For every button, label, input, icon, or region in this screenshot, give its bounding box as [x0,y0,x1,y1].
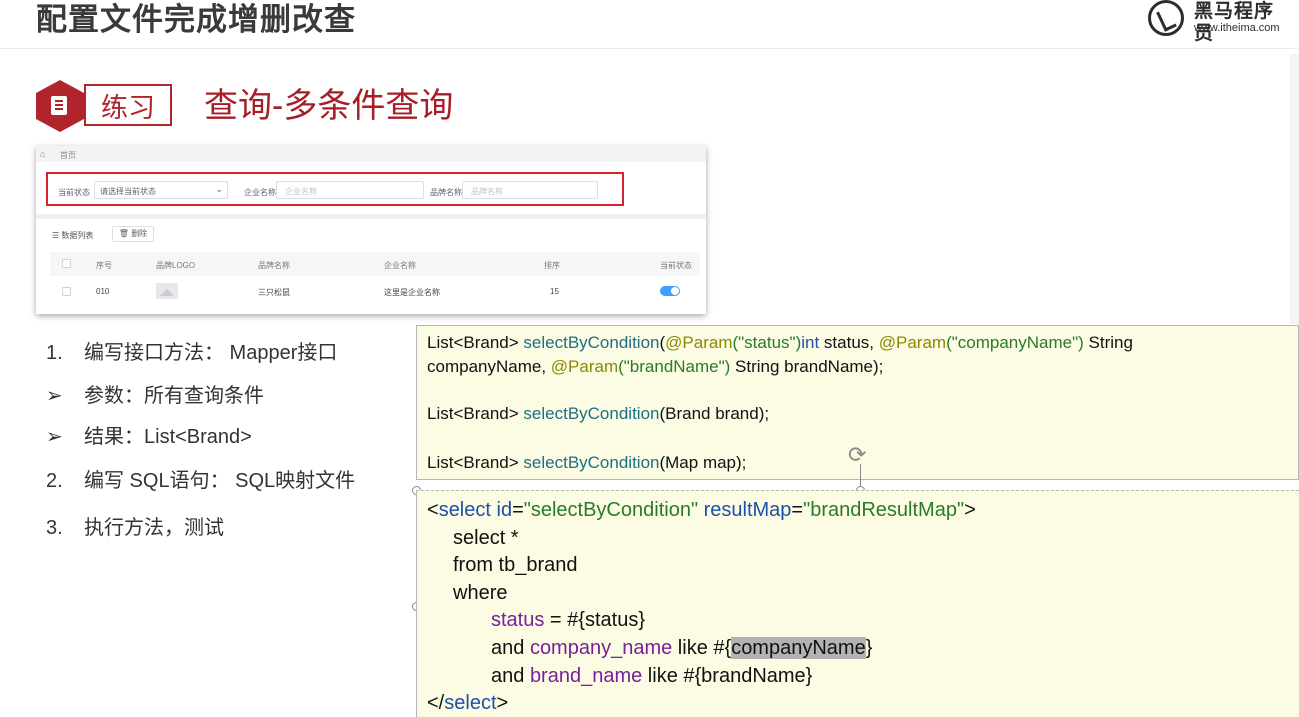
column-header: 品牌名称 [258,261,290,270]
header-divider [0,48,1299,49]
status-select-value: 请选择当前状态 [100,187,156,196]
exercise-tag: 练习 [84,84,172,126]
bullet-arrow-icon: ➢ [46,426,63,448]
step-number: 1. [46,342,63,364]
rotate-handle-line [860,464,861,488]
step-1-param: ➢ 参数：所有查询条件 [46,383,264,409]
code-line: from tb_brand [453,554,578,576]
step-number: 2. [46,470,63,492]
code-line: where [453,582,508,604]
exercise-badge [36,80,84,132]
list-title-text: 数据列表 [61,231,94,240]
brand-list-screenshot: ⌂ 首页 当前状态 请选择当前状态 ⌄ 企业名称 企业名称 品牌名称 品牌名称 … [36,146,706,314]
breadcrumb-bar: ⌂ 首页 [36,146,706,162]
row-brand-name: 三只松鼠 [258,288,290,297]
code-line: List<Brand> selectByCondition(Brand bran… [427,404,770,423]
section-divider [36,214,706,219]
document-icon [51,96,67,115]
step-label: 编写 SQL语句： SQL映射文件 [84,470,356,492]
code-line: </select> [427,692,509,714]
brand-placeholder: 品牌名称 [471,187,503,196]
status-toggle[interactable] [660,286,680,296]
breadcrumb[interactable]: 首页 [60,150,76,161]
company-label: 企业名称 [244,188,276,197]
chevron-down-icon: ⌄ [215,184,223,194]
row-id: 010 [96,287,110,296]
step-3: 3. 执行方法，测试 [46,515,224,541]
step-1-result: ➢ 结果：List<Brand> [46,424,252,450]
section-title: 查询-多条件查询 [204,87,454,125]
bullet-arrow-icon: ➢ [46,385,63,407]
table-header: 序号 品牌LOGO 品牌名称 企业名称 排序 当前状态 [50,252,700,276]
column-header: 品牌LOGO [156,261,196,270]
row-company-name: 这里是企业名称 [384,288,440,297]
brand-input[interactable]: 品牌名称 [462,181,598,199]
code-line: companyName, @Param("brandName") String … [427,357,884,376]
code-line: select * [453,527,519,549]
logo-url: www.itheima.com [1194,22,1280,34]
column-header: 企业名称 [384,261,416,270]
trash-icon: 🗑 [118,229,129,238]
sql-code-panel[interactable]: <select id="selectByCondition" resultMap… [416,490,1299,717]
step-2: 2. 编写 SQL语句： SQL映射文件 [46,468,355,494]
code-line: status = #{status} [491,609,645,631]
image-placeholder-icon [156,283,178,299]
step-label: 编写接口方法： Mapper接口 [84,342,338,364]
row-order: 15 [550,287,559,296]
delete-button-label: 删除 [131,229,148,238]
column-header: 序号 [96,261,112,270]
home-icon[interactable]: ⌂ [40,149,45,159]
status-label: 当前状态 [58,188,90,197]
company-placeholder: 企业名称 [285,187,317,196]
rotate-handle-icon[interactable]: ⟳ [848,442,866,468]
status-select[interactable]: 请选择当前状态 ⌄ [94,181,228,199]
horse-logo-icon [1148,0,1184,36]
step-number: 3. [46,517,63,539]
delete-button[interactable]: 🗑 删除 [112,226,154,242]
code-line: List<Brand> selectByCondition(Map map); [427,453,747,472]
code-line: and brand_name like #{brandName} [491,665,813,687]
code-line: <select id="selectByCondition" resultMap… [427,499,976,521]
step-label: 结果：List<Brand> [84,426,252,448]
select-all-checkbox[interactable] [62,259,71,268]
brand-logo: 黑马程序员 www.itheima.com [1148,0,1293,44]
text-selection: companyName [731,637,866,659]
row-checkbox[interactable] [62,287,71,296]
list-icon: ☰ [52,231,62,240]
brand-label: 品牌名称 [430,188,462,197]
page-title: 配置文件完成增删改查 [36,2,356,37]
filter-form: 当前状态 请选择当前状态 ⌄ 企业名称 企业名称 品牌名称 品牌名称 [46,172,624,206]
company-input[interactable]: 企业名称 [276,181,424,199]
code-line: and company_name like #{companyName} [491,637,873,659]
code-line: List<Brand> selectByCondition(@Param("st… [427,333,1133,352]
column-header: 当前状态 [660,261,692,270]
side-strip [1290,54,1299,324]
step-label: 执行方法，测试 [84,517,224,539]
list-title: ☰ 数据列表 [52,230,93,241]
step-1: 1. 编写接口方法： Mapper接口 [46,340,337,366]
step-label: 参数：所有查询条件 [84,385,264,407]
column-header: 排序 [544,261,560,270]
table-row: 010 三只松鼠 这里是企业名称 15 [50,280,700,302]
